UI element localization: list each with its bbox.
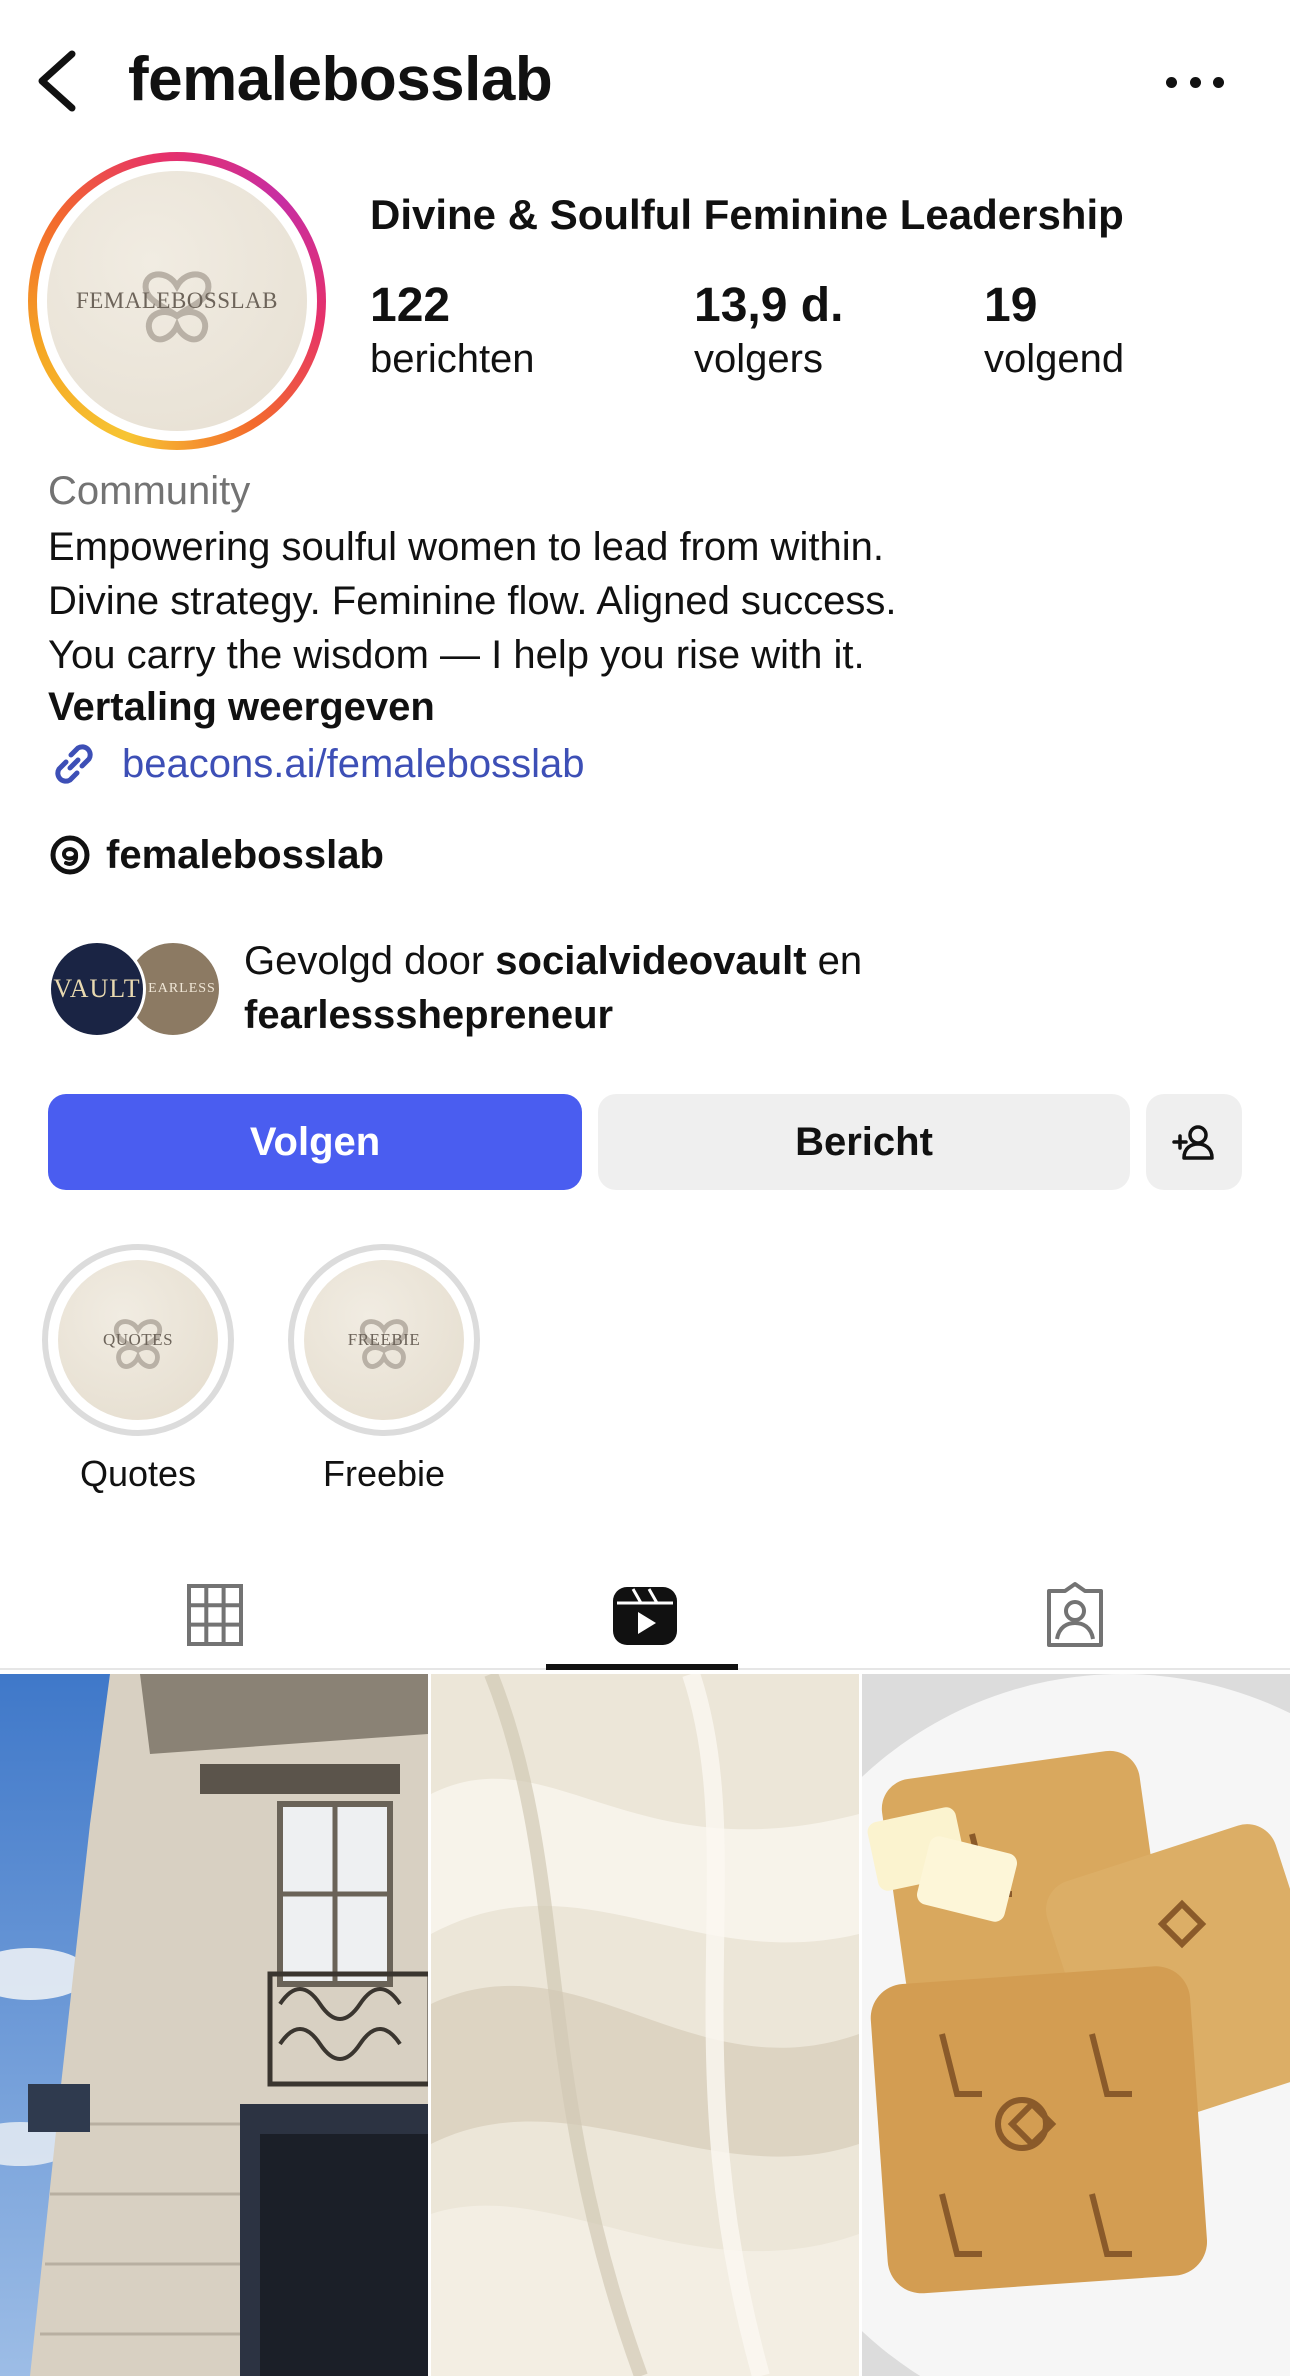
- stat-posts[interactable]: 122 berichten: [370, 278, 535, 384]
- dot-icon: [1213, 76, 1224, 88]
- message-button[interactable]: Bericht: [598, 1094, 1130, 1190]
- stat-following-value: 19: [984, 279, 1038, 332]
- stat-followers-value: 13,9 d.: [694, 279, 844, 332]
- tab-tagged[interactable]: [860, 1560, 1290, 1670]
- threads-handle: femalebosslab: [106, 833, 384, 877]
- profile-tabs: [0, 1560, 1290, 1670]
- avatar-frame: FEMALEBOSSLAB: [37, 161, 317, 441]
- highlight-ring: QUOTES: [42, 1244, 234, 1436]
- active-tab-indicator: [546, 1664, 738, 1670]
- highlight-cover-text: FREEBIE: [347, 1330, 421, 1349]
- link-icon: [55, 744, 93, 784]
- threads-icon: [50, 835, 90, 875]
- translate-link[interactable]: Vertaling weergeven: [48, 682, 435, 732]
- follow-button[interactable]: Volgen: [48, 1094, 582, 1190]
- followed-by-user[interactable]: socialvideovault: [495, 939, 806, 983]
- profile-bio: Empowering soulful women to lead from wi…: [48, 520, 897, 682]
- dot-icon: [1166, 76, 1177, 88]
- highlight-cover: FREEBIE: [304, 1260, 464, 1420]
- profile-link-text[interactable]: beacons.ai/femalebosslab: [122, 739, 585, 789]
- profile-avatar[interactable]: FEMALEBOSSLAB: [28, 152, 326, 450]
- highlight-cover-text: QUOTES: [102, 1330, 174, 1349]
- stat-posts-label: berichten: [370, 337, 535, 381]
- follower-avatar-text: EARLESS: [148, 981, 216, 996]
- suggested-accounts-button[interactable]: [1146, 1094, 1242, 1190]
- building-photo: [0, 1674, 428, 2376]
- reel-thumbnail[interactable]: [431, 1674, 859, 2376]
- chevron-left-icon: [38, 50, 76, 112]
- highlight-ring: FREEBIE: [288, 1244, 480, 1436]
- followed-by-prefix: Gevolgd door: [244, 939, 485, 983]
- highlight-label: Freebie: [322, 1453, 446, 1494]
- threads-badge[interactable]: femalebosslab: [48, 830, 384, 880]
- story-highlight[interactable]: FREEBIE Freebie: [288, 1244, 480, 1496]
- stat-following-label: volgend: [984, 337, 1125, 381]
- add-person-icon: [1172, 1125, 1214, 1160]
- bio-line: Divine strategy. Feminine flow. Aligned …: [48, 579, 897, 623]
- dot-icon: [1189, 76, 1201, 88]
- stat-followers-label: volgers: [694, 337, 823, 381]
- stat-followers[interactable]: 13,9 d. volgers: [694, 278, 843, 384]
- reel-thumbnail[interactable]: [862, 1674, 1290, 2376]
- follower-avatar: VAULT: [48, 940, 146, 1038]
- silk-fabric-photo: [431, 1674, 859, 2376]
- stat-following[interactable]: 19 volgend: [984, 278, 1124, 384]
- avatar-image: FEMALEBOSSLAB: [47, 171, 307, 431]
- page-title: femalebosslab: [128, 45, 553, 114]
- bio-line: You carry the wisdom — I help you rise w…: [48, 633, 865, 677]
- follower-avatar-text: VAULT: [53, 974, 141, 1003]
- back-button[interactable]: [30, 48, 90, 114]
- reel-thumbnail[interactable]: [0, 1674, 428, 2376]
- highlight-cover: QUOTES: [58, 1260, 218, 1420]
- story-highlight[interactable]: QUOTES Quotes: [42, 1244, 234, 1496]
- reels-icon: [613, 1587, 677, 1645]
- reels-grid: [0, 1674, 1290, 2376]
- profile-link[interactable]: beacons.ai/femalebosslab: [48, 738, 585, 790]
- tab-reels[interactable]: [430, 1560, 860, 1670]
- waffles-photo: [862, 1674, 1290, 2376]
- avatar-logo-text: FEMALEBOSSLAB: [75, 288, 279, 313]
- followed-by-user[interactable]: fearlessshepreneur: [244, 993, 613, 1037]
- highlight-label: Quotes: [79, 1453, 197, 1494]
- grid-icon: [187, 1584, 243, 1646]
- profile-category: Community: [48, 469, 251, 513]
- followed-by-text: Gevolgd door socialvideovault en fearles…: [244, 934, 862, 1042]
- stat-posts-value: 122: [370, 279, 451, 332]
- more-options-button[interactable]: [1160, 62, 1230, 102]
- profile-display-name: Divine & Soulful Feminine Leadership: [370, 191, 1124, 238]
- tab-posts-grid[interactable]: [0, 1560, 430, 1670]
- top-bar: femalebosslab: [0, 0, 1290, 160]
- tagged-person-icon: [1047, 1582, 1103, 1647]
- followed-by-joiner: en: [817, 939, 863, 983]
- bio-line: Empowering soulful women to lead from wi…: [48, 525, 884, 569]
